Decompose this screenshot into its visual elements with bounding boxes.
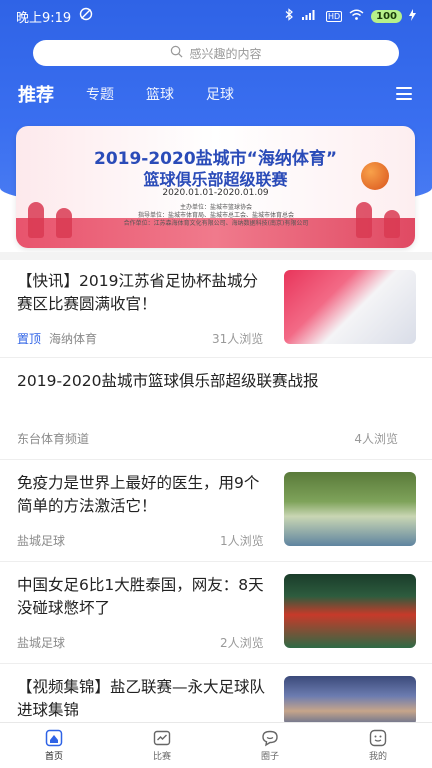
news-thumbnail bbox=[284, 270, 416, 344]
nav-home[interactable]: 首页 bbox=[0, 723, 108, 768]
news-title: 免疫力是世界上最好的医生，用9个简单的方法激活它！ bbox=[17, 474, 260, 515]
news-thumbnail bbox=[284, 472, 416, 546]
news-meta: 盐城足球 bbox=[17, 634, 65, 651]
category-tabs: 推荐 专题 篮球 足球 bbox=[18, 80, 418, 108]
news-title: 【快讯】2019江苏省足协杯盐城分赛区比赛圆满收官！ bbox=[17, 272, 258, 313]
news-source: 海纳体育 bbox=[49, 332, 98, 346]
signal-icon bbox=[301, 9, 319, 24]
nav-match[interactable]: 比赛 bbox=[108, 723, 216, 768]
banner-partner: 合作单位：江苏森海体育文化有限公司、海纳数据科技(南京)有限公司 bbox=[123, 220, 309, 227]
battery-indicator: 100 bbox=[371, 9, 402, 23]
news-title: 2019-2020盐城市篮球俱乐部超级联赛战报 bbox=[17, 372, 319, 390]
search-bar[interactable]: 感兴趣的内容 bbox=[33, 40, 399, 66]
news-source: 盐城足球 bbox=[17, 636, 66, 650]
news-views: 31人浏览 bbox=[212, 332, 264, 346]
news-thumbnail bbox=[284, 574, 416, 648]
news-views: 2人浏览 bbox=[220, 636, 264, 650]
banner-player-figure bbox=[384, 210, 400, 238]
nav-match-label: 比赛 bbox=[152, 752, 171, 762]
banner-player-figure bbox=[28, 202, 44, 238]
search-placeholder: 感兴趣的内容 bbox=[189, 46, 262, 61]
news-meta: 东台体育频道 bbox=[17, 430, 89, 447]
banner-player-figure bbox=[356, 202, 372, 238]
news-views: 1人浏览 bbox=[220, 534, 264, 548]
hd-badge: HD bbox=[325, 10, 343, 22]
tab-recommend[interactable]: 推荐 bbox=[18, 81, 54, 107]
nav-profile[interactable]: 我的 bbox=[324, 723, 432, 768]
news-item[interactable]: 中国女足6比1大胜泰国，网友：8天没碰球憋坏了 盐城足球 2人浏览 bbox=[0, 562, 432, 664]
news-item[interactable]: 【快讯】2019江苏省足协杯盐城分赛区比赛圆满收官！ 置顶 海纳体育 31人浏览 bbox=[0, 260, 432, 358]
charging-icon bbox=[409, 8, 416, 24]
news-thumbnail bbox=[284, 676, 416, 726]
wifi-icon bbox=[349, 9, 364, 24]
news-views: 4人浏览 bbox=[354, 432, 398, 446]
status-bar: 晚上9:19 HD 100 bbox=[0, 0, 432, 32]
news-item[interactable]: 免疫力是世界上最好的医生，用9个简单的方法激活它！ 盐城足球 1人浏览 bbox=[0, 460, 432, 562]
news-meta: 置顶 海纳体育 bbox=[17, 330, 97, 347]
tab-football[interactable]: 足球 bbox=[206, 84, 234, 104]
news-title: 中国女足6比1大胜泰国，网友：8天没碰球憋坏了 bbox=[17, 576, 264, 617]
bottom-navigation: 首页 比赛 圈子 我的 bbox=[0, 722, 432, 768]
nav-circle[interactable]: 圈子 bbox=[216, 723, 324, 768]
tab-basketball[interactable]: 篮球 bbox=[146, 84, 174, 104]
banner-subtitle: 篮球俱乐部超级联赛 bbox=[143, 170, 288, 189]
home-icon bbox=[45, 729, 63, 747]
news-source: 盐城足球 bbox=[17, 534, 66, 548]
banner-player-figure bbox=[56, 208, 72, 238]
match-icon bbox=[153, 730, 171, 746]
news-title: 【视频集锦】盐乙联赛—永大足球队进球集锦 bbox=[17, 678, 266, 719]
tab-topics[interactable]: 专题 bbox=[86, 84, 114, 104]
do-not-disturb-icon bbox=[79, 7, 93, 25]
news-source: 东台体育频道 bbox=[17, 432, 90, 446]
nav-circle-label: 圈子 bbox=[260, 752, 279, 762]
search-icon bbox=[170, 45, 183, 61]
bluetooth-icon bbox=[285, 8, 294, 24]
chat-icon bbox=[262, 730, 278, 747]
section-divider bbox=[0, 252, 432, 260]
news-item[interactable]: 2019-2020盐城市篮球俱乐部超级联赛战报 东台体育频道 4人浏览 bbox=[0, 358, 432, 460]
nav-home-label: 首页 bbox=[44, 752, 63, 762]
profile-icon bbox=[369, 729, 387, 747]
news-meta: 盐城足球 bbox=[17, 532, 65, 549]
status-time: 晚上9:19 bbox=[16, 10, 72, 26]
banner-date: 2020.01.01-2020.01.09 bbox=[162, 188, 269, 198]
news-item[interactable]: 【视频集锦】盐乙联赛—永大足球队进球集锦 bbox=[0, 664, 432, 726]
nav-profile-label: 我的 bbox=[368, 752, 387, 762]
promo-banner[interactable]: 2019-2020盐城市“海纳体育” 篮球俱乐部超级联赛 2020.01.01-… bbox=[16, 126, 415, 248]
menu-icon[interactable] bbox=[396, 87, 412, 100]
pinned-badge: 置顶 bbox=[17, 332, 42, 346]
